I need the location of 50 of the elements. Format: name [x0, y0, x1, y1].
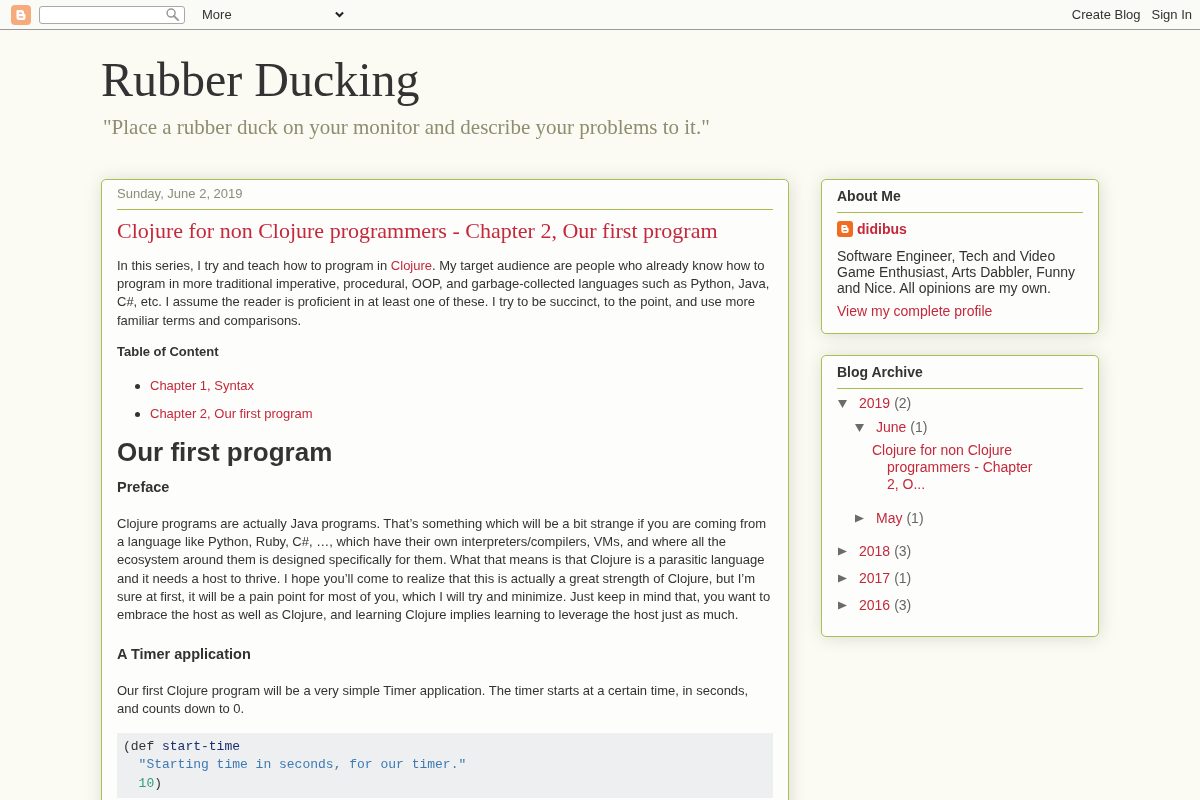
post-title[interactable]: Clojure for non Clojure programmers - Chapter 2, Our first program — [117, 218, 773, 244]
archive-period-link[interactable]: 2018 — [859, 543, 891, 560]
triangle-right-icon[interactable] — [838, 547, 847, 556]
more-dropdown[interactable]: More — [202, 5, 345, 24]
section-heading: Our first program — [117, 437, 334, 467]
navbar-link[interactable]: Create Blog — [1071, 7, 1141, 22]
subsection-heading: Preface — [117, 478, 171, 496]
search-field[interactable] — [39, 5, 185, 24]
post-count: (2) — [894, 395, 912, 412]
widget-title: Blog Archive — [837, 363, 1083, 389]
post-count: (3) — [894, 597, 912, 614]
code-line: (def start-time — [123, 738, 241, 754]
archive-period-link[interactable]: 2019 — [859, 395, 891, 412]
triangle-down-icon[interactable] — [838, 399, 847, 408]
archive-period-link[interactable]: May — [876, 510, 903, 527]
archive-period-link[interactable]: 2016 — [859, 597, 891, 614]
subsection-heading: A Timer application — [117, 645, 252, 664]
toc-label: Table of Content — [117, 342, 220, 361]
archive-period-link[interactable]: 2017 — [859, 570, 891, 587]
post-paragraph: Our first Clojure program will be a very simple Timer application. The timer starts at a certain time, in seconds, and counts down to 0. — [117, 682, 750, 719]
post-date: Sunday, June 2, 2019 — [117, 185, 773, 210]
triangle-right-icon[interactable] — [855, 514, 864, 523]
chevron-down-icon — [335, 11, 344, 18]
triangle-right-icon[interactable] — [838, 601, 847, 610]
text-link[interactable]: Clojure — [390, 258, 433, 273]
bullet-icon — [135, 411, 140, 417]
post-count: (1) — [906, 510, 924, 527]
post-count: (3) — [894, 543, 912, 560]
widget-title: About Me — [837, 187, 1083, 213]
search-icon[interactable] — [166, 8, 179, 21]
chapter-link[interactable]: Chapter 1, Syntax — [150, 377, 255, 395]
blog-description: "Place a rubber duck on your monitor and describe your problems to it." — [103, 115, 711, 140]
archive-post-link[interactable]: Clojure for non Clojure programmers - Chapter 2, O... — [872, 442, 1042, 493]
triangle-down-icon[interactable] — [855, 423, 864, 432]
bullet-icon — [135, 383, 140, 389]
code-line: 10) — [138, 775, 162, 791]
chapter-link[interactable]: Chapter 2, Our first program — [150, 405, 313, 423]
code-line: "Starting time in seconds, for our timer." — [138, 757, 467, 773]
blogger-logo-icon — [837, 221, 853, 237]
post-count: (1) — [910, 419, 928, 436]
post-paragraph: In this series, I try and teach how to program in Clojure. My target audience are people who already know how to program in more traditional imperative, procedural, OOP, and garbage-collected languages such as Python, Java, C#, etc. I assume the reader is proficient in at least one of these. I try to be succinct, to the point, and use more familiar terms and comparisons. — [117, 257, 771, 330]
post-paragraph: Clojure programs are actually Java programs. That’s something which will be a bit strange if you are coming from a language like Python, Ruby, C#, …, which have their own interpreters/compilers, VMs, and where all the ecosystem around them is designed specifically for them. What that means is that Clojure is a parasitic language and it needs a host to thrive. I hope you’ll come to realize that this is actually a great strength of Clojure, but I’m sure at first, it will be a pain point for most of you, which I will try and minimize. Just keep in mind that, you want to embrace the host as well as Clojure, and learning Clojure implies learning to leverage the host just as much. — [117, 515, 772, 625]
blog-title[interactable]: Rubber Ducking — [101, 51, 1200, 109]
navbar-link[interactable]: Sign In — [1151, 7, 1192, 22]
post-count: (1) — [894, 570, 912, 587]
archive-period-link[interactable]: June — [876, 419, 907, 436]
profile-link[interactable]: View my complete profile — [837, 302, 993, 320]
profile-description: Software Engineer, Tech and Video Game Enthusiast, Arts Dabbler, Funny and Nice. All opinions are my own. — [837, 248, 1077, 296]
triangle-right-icon[interactable] — [838, 574, 847, 583]
profile-name-link[interactable]: didibus — [857, 221, 907, 237]
